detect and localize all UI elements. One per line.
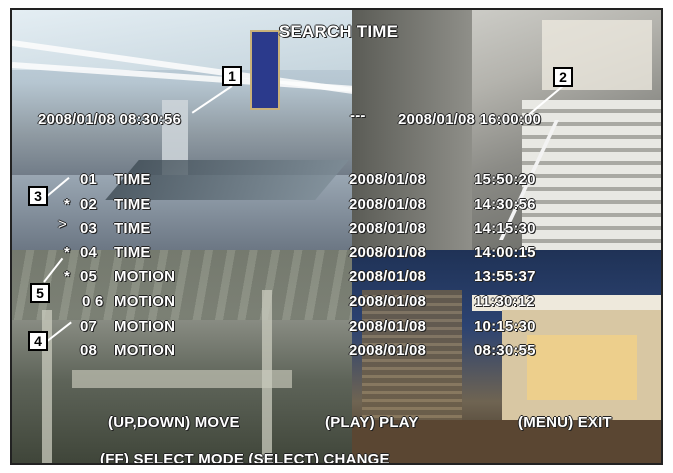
record-time: 08:30:55: [474, 342, 536, 359]
hanging-banner: [250, 30, 280, 110]
record-event-type: MOTION: [114, 342, 176, 359]
record-index: 05: [80, 268, 98, 285]
record-time: 14:30:56: [474, 196, 536, 213]
record-date: 2008/01/08: [349, 268, 427, 285]
callout-badge-1: 1: [222, 66, 242, 86]
record-index: 01: [80, 171, 98, 188]
record-event-type: TIME: [114, 171, 151, 188]
record-index: 0 6: [82, 293, 104, 310]
exit-hint: (MENU) EXIT: [518, 414, 612, 431]
record-date: 2008/01/08: [349, 318, 427, 335]
record-row[interactable]: 08 MOTION 2008/01/08 08:30:55: [12, 342, 661, 366]
record-date: 2008/01/08: [349, 244, 427, 261]
record-row[interactable]: 07 MOTION 2008/01/08 10:15:30: [12, 318, 661, 342]
record-date: 2008/01/08: [349, 171, 427, 188]
callout-badge-4: 4: [28, 331, 48, 351]
record-event-type: MOTION: [114, 318, 176, 335]
callout-badge-3: 3: [28, 186, 48, 206]
selection-cursor-icon: >: [58, 216, 67, 233]
balcony: [72, 370, 292, 388]
record-row[interactable]: 0 6 MOTION 2008/01/08 11:30:12: [12, 293, 661, 317]
record-event-type: TIME: [114, 220, 151, 237]
record-event-type: TIME: [114, 244, 151, 261]
record-row-selected[interactable]: > 03 TIME 2008/01/08 14:15:30: [12, 216, 661, 244]
record-date: 2008/01/08: [349, 220, 427, 237]
record-time: 13:55:37: [474, 268, 536, 285]
record-date: 2008/01/08: [349, 196, 427, 213]
record-event-type: MOTION: [114, 293, 176, 310]
record-time: 10:15:30: [474, 318, 536, 335]
range-end-time: 2008/01/08 16:00:00: [398, 111, 542, 128]
select-mode-hint: (FF) SELECT MODE (SELECT) CHANGE: [100, 451, 390, 465]
record-row[interactable]: * 05 MOTION 2008/01/08 13:55:37: [12, 268, 661, 292]
record-index: 08: [80, 342, 98, 359]
starred-marker: *: [64, 196, 71, 213]
record-time: 14:15:30: [474, 220, 536, 237]
range-start-time: 2008/01/08 08:30:56: [38, 111, 182, 128]
record-date: 2008/01/08: [349, 293, 427, 310]
record-row[interactable]: * 02 TIME 2008/01/08 14:30:56: [12, 196, 661, 220]
record-index: 04: [80, 244, 98, 261]
play-hint: (PLAY) PLAY: [325, 414, 419, 431]
record-event-type: MOTION: [114, 268, 176, 285]
record-row[interactable]: 01 TIME 2008/01/08 15:50:20: [12, 171, 661, 195]
starred-marker: *: [64, 244, 71, 261]
starred-marker: *: [64, 268, 71, 285]
record-index: 07: [80, 318, 98, 335]
record-time: 14:00:15: [474, 244, 536, 261]
record-row[interactable]: * 04 TIME 2008/01/08 14:00:15: [12, 244, 661, 268]
record-date: 2008/01/08: [349, 342, 427, 359]
record-event-type: TIME: [114, 196, 151, 213]
record-time: 11:30:12: [474, 293, 535, 310]
record-index: 03: [80, 220, 98, 237]
record-time: 15:50:20: [474, 171, 536, 188]
callout-badge-2: 2: [553, 67, 573, 87]
page-title: SEARCH TIME: [278, 22, 399, 41]
move-hint: (UP,DOWN) MOVE: [108, 414, 240, 431]
range-separator: ---: [350, 107, 366, 124]
record-index: 02: [80, 196, 98, 213]
callout-badge-5: 5: [30, 283, 50, 303]
